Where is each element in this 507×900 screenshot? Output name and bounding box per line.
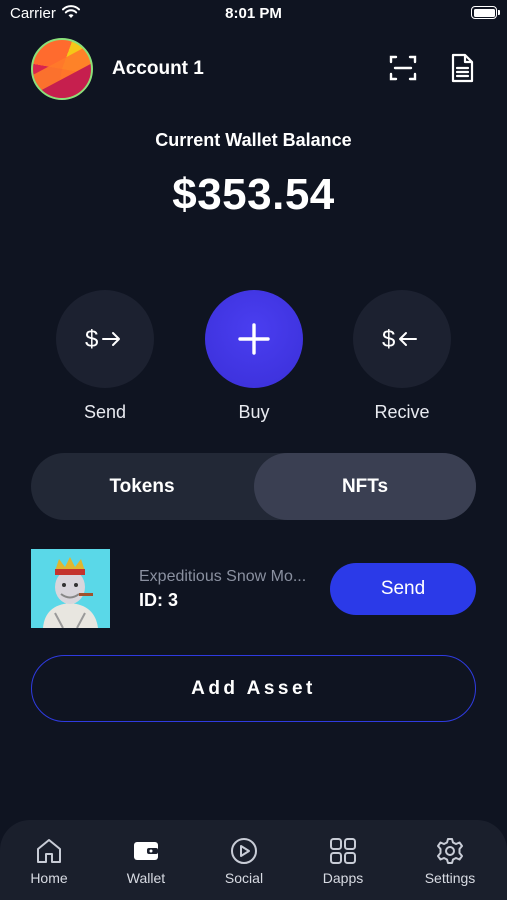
buy-label: Buy [238, 402, 270, 422]
nav-wallet-label: Wallet [126, 870, 166, 886]
receive-icon: $ [382, 326, 417, 353]
account-name[interactable]: Account 1 [112, 58, 204, 80]
balance-label: Current Wallet Balance [155, 130, 352, 150]
nft-send-button[interactable]: Send [330, 563, 476, 615]
nav-dapps-label: Dapps [322, 870, 364, 886]
home-icon [4, 836, 94, 866]
send-icon: $ [85, 326, 120, 353]
buy-button[interactable] [205, 290, 303, 388]
wallet-icon [101, 836, 191, 866]
play-icon [199, 836, 289, 866]
svg-text:$: $ [382, 326, 395, 353]
nft-id: ID: 3 [139, 590, 179, 610]
send-label: Send [83, 402, 127, 422]
scan-icon[interactable] [388, 53, 418, 83]
buy-action[interactable]: Buy [204, 290, 304, 423]
bottom-nav: Home Wallet Social Dapps Settings [0, 820, 507, 900]
battery-icon [471, 6, 500, 19]
svg-text:$: $ [85, 326, 98, 353]
nav-wallet[interactable]: Wallet [101, 836, 191, 886]
receive-action[interactable]: $ Recive [352, 290, 452, 423]
nav-home-label: Home [30, 870, 68, 886]
balance-value: $353.54 [172, 170, 335, 219]
asset-tabs: Tokens NFTs [31, 453, 476, 520]
status-time: 8:01 PM [225, 5, 282, 22]
send-action[interactable]: $ Send [55, 290, 155, 423]
grid-icon [298, 836, 388, 866]
tab-nfts[interactable]: NFTs [254, 453, 476, 520]
nft-name: Expeditious Snow Mo... [139, 568, 307, 585]
gear-icon [405, 836, 495, 866]
nav-settings[interactable]: Settings [405, 836, 495, 886]
nft-thumbnail[interactable] [31, 549, 110, 628]
send-button[interactable]: $ [56, 290, 154, 388]
nav-home[interactable]: Home [4, 836, 94, 886]
receive-button[interactable]: $ [353, 290, 451, 388]
avatar[interactable] [31, 38, 93, 100]
document-icon[interactable] [448, 53, 476, 83]
add-asset-button[interactable]: Add Asset [31, 655, 476, 722]
nav-dapps[interactable]: Dapps [298, 836, 388, 886]
plus-icon [238, 323, 270, 355]
receive-label: Recive [374, 402, 430, 422]
nav-settings-label: Settings [424, 870, 476, 886]
nav-social[interactable]: Social [199, 836, 289, 886]
nav-social-label: Social [224, 870, 264, 886]
tab-tokens[interactable]: Tokens [31, 453, 253, 520]
status-bar: Carrier 8:01 PM [0, 0, 507, 28]
